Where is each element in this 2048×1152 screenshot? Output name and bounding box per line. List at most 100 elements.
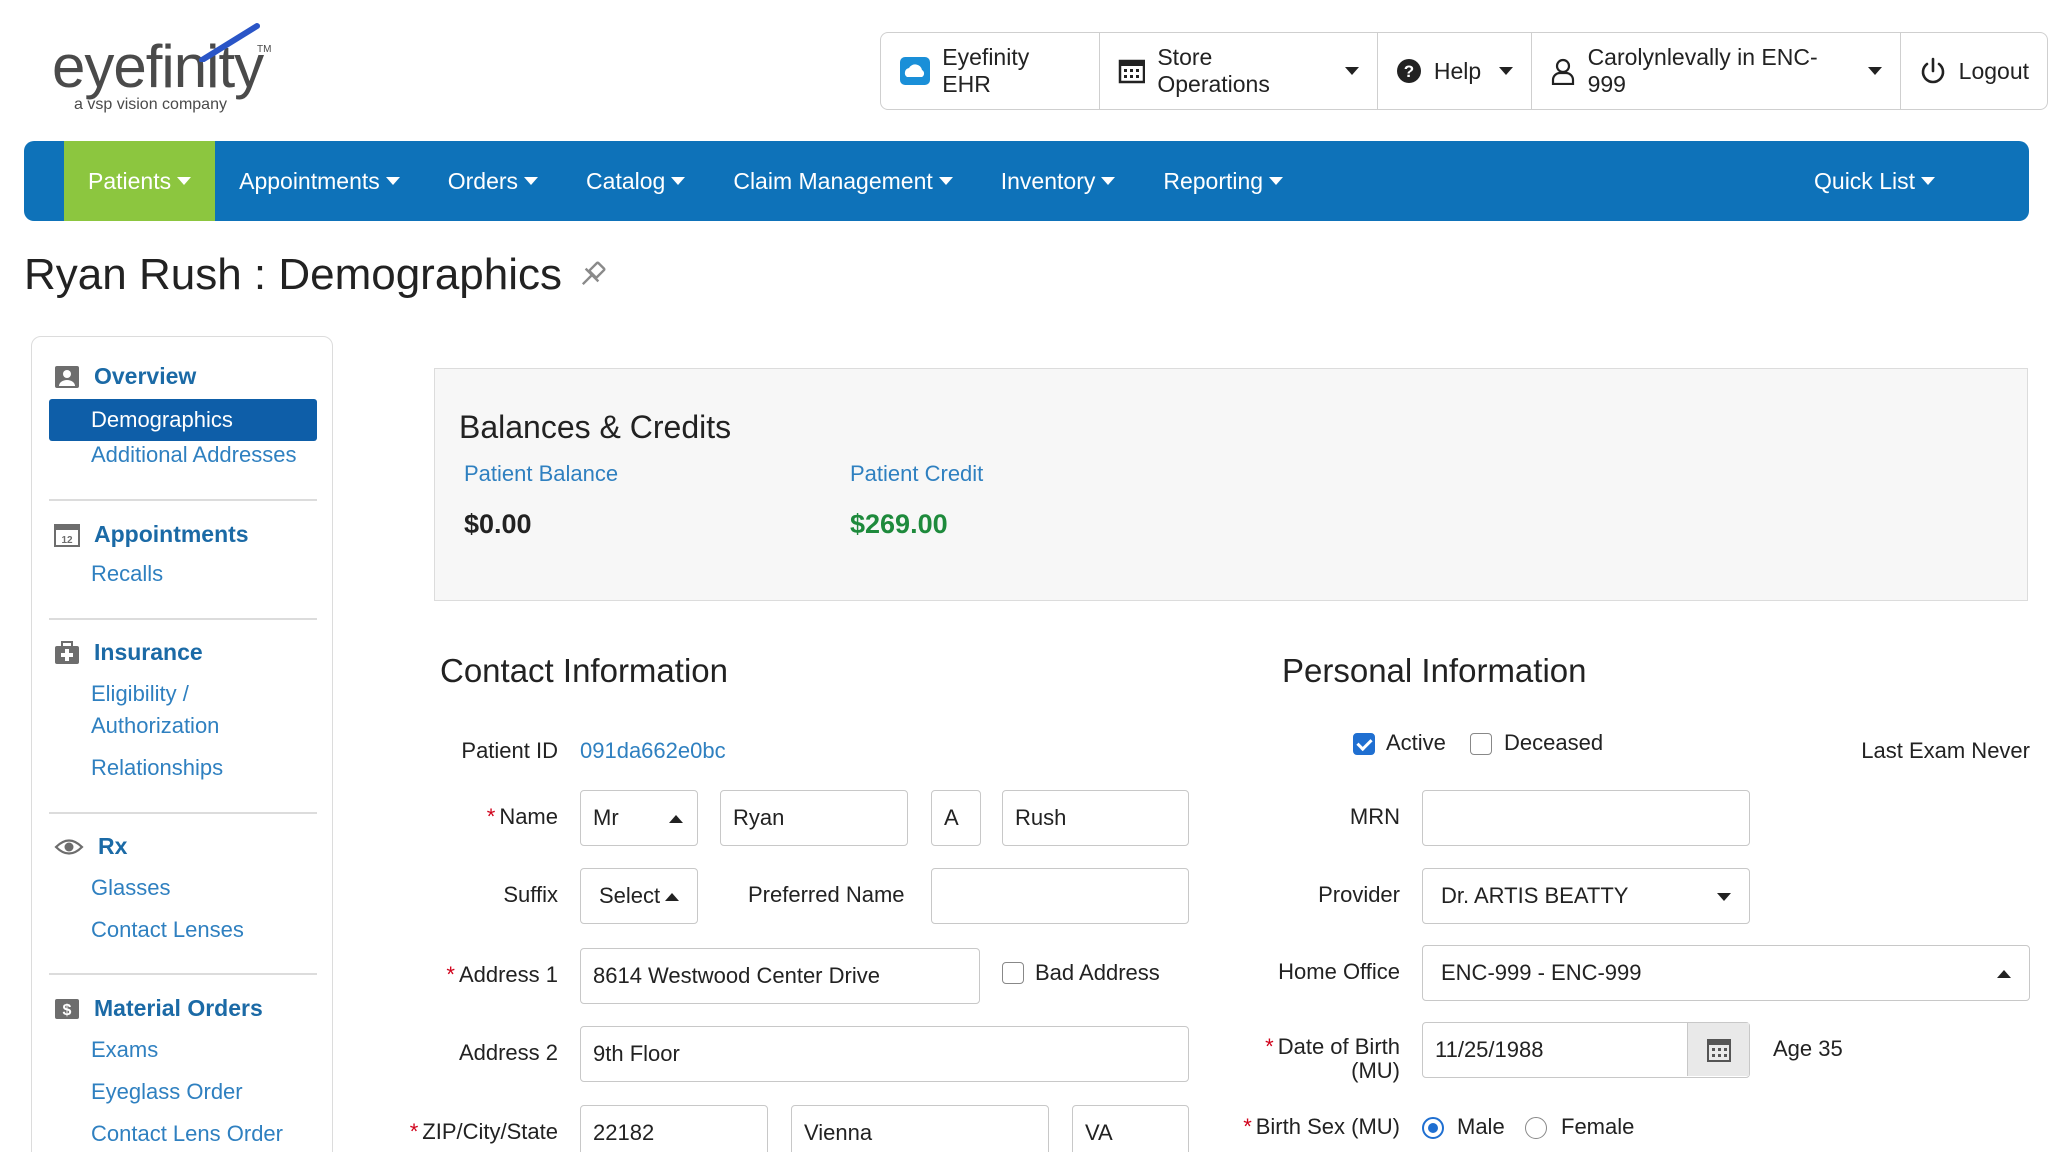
nav-reporting[interactable]: Reporting xyxy=(1139,141,1307,221)
contact-info-title: Contact Information xyxy=(440,652,728,689)
dob-field[interactable]: 11/25/1988 xyxy=(1422,1022,1750,1078)
sidebar-appointments-label: Appointments xyxy=(94,521,249,547)
mrn-field[interactable] xyxy=(1422,790,1750,846)
zip-city-state-label-text: ZIP/City/State xyxy=(422,1119,558,1144)
deceased-label: Deceased xyxy=(1504,730,1604,755)
name-title-select[interactable]: Mr xyxy=(580,790,698,846)
bad-address-checkbox[interactable] xyxy=(1002,962,1024,984)
active-label: Active xyxy=(1386,730,1446,755)
sidebar-overview-header[interactable]: Overview xyxy=(54,363,196,390)
svg-text:$: $ xyxy=(63,1002,72,1019)
balances-card: Balances & Credits Patient Balance $0.00… xyxy=(434,368,2028,601)
home-office-label: Home Office xyxy=(1278,959,1400,984)
last-name-field[interactable]: Rush xyxy=(1002,790,1189,846)
sidebar-item-eyeglass-order[interactable]: Eyeglass Order xyxy=(91,1079,243,1105)
sidebar-item-demographics[interactable]: Demographics xyxy=(49,399,317,441)
logo-swoosh-icon xyxy=(199,23,260,62)
help-menu[interactable]: ? Help xyxy=(1378,33,1533,109)
city-field[interactable]: Vienna xyxy=(791,1105,1049,1152)
sidebar-item-authorization[interactable]: Authorization xyxy=(91,713,219,739)
nav-catalog[interactable]: Catalog xyxy=(562,141,709,221)
dollar-icon: $ xyxy=(55,998,79,1019)
home-office-select[interactable]: ENC-999 - ENC-999 xyxy=(1422,945,2030,1001)
nav-quick-list[interactable]: Quick List xyxy=(1790,141,1959,221)
address2-field[interactable]: 9th Floor xyxy=(580,1026,1189,1082)
patient-id-link[interactable]: 091da662e0bc xyxy=(580,738,726,764)
state-field[interactable]: VA xyxy=(1072,1105,1189,1152)
logo-tagline: a vsp vision company xyxy=(74,96,227,113)
sidebar-material-orders-header[interactable]: $ Material Orders xyxy=(54,995,263,1022)
sex-female-radio[interactable] xyxy=(1525,1117,1547,1139)
dob-calendar-button[interactable] xyxy=(1687,1023,1749,1076)
dob-label-line1: * Date of Birth xyxy=(1265,1035,1400,1059)
preferred-name-label: Preferred Name xyxy=(748,882,905,907)
pin-icon[interactable] xyxy=(576,259,608,291)
nav-inventory[interactable]: Inventory xyxy=(977,141,1140,221)
nav-reporting-label: Reporting xyxy=(1163,167,1264,194)
address2-label: Address 2 xyxy=(458,1040,558,1065)
sex-male-radio[interactable] xyxy=(1422,1117,1444,1139)
suffix-select[interactable]: Select xyxy=(580,868,698,924)
zip-city-state-label: * ZIP/City/State xyxy=(410,1119,558,1145)
sidebar-item-exams[interactable]: Exams xyxy=(91,1037,158,1063)
sidebar-appointments-header[interactable]: 12 Appointments xyxy=(54,521,249,548)
chevron-down-icon xyxy=(1499,67,1514,75)
nav-patients[interactable]: Patients xyxy=(64,141,216,221)
store-operations-menu[interactable]: Store Operations xyxy=(1100,33,1378,109)
chevron-down-icon xyxy=(1101,177,1116,185)
nav-appointments[interactable]: Appointments xyxy=(215,141,424,221)
required-marker: * xyxy=(1265,1034,1274,1059)
nav-claim-management[interactable]: Claim Management xyxy=(709,141,976,221)
sidebar-item-relationships[interactable]: Relationships xyxy=(91,755,223,781)
user-icon xyxy=(1552,58,1575,85)
store-operations-label: Store Operations xyxy=(1157,44,1270,97)
address1-field[interactable]: 8614 Westwood Center Drive xyxy=(580,948,980,1004)
sidebar-item-eligibility[interactable]: Eligibility / xyxy=(91,681,189,707)
sidebar-item-glasses[interactable]: Glasses xyxy=(91,875,170,901)
sidebar-insurance-header[interactable]: Insurance xyxy=(54,639,203,666)
provider-select[interactable]: Dr. ARTIS BEATTY xyxy=(1422,868,1750,924)
main-nav: Patients Appointments Orders Catalog Cla… xyxy=(24,141,2029,221)
active-checkbox[interactable] xyxy=(1353,733,1375,755)
sidebar-item-additional-addresses[interactable]: Additional Addresses xyxy=(91,442,296,468)
calendar-icon xyxy=(1706,1038,1731,1062)
logout-button[interactable]: Logout xyxy=(1901,33,2047,109)
dob-label-line2: (MU) xyxy=(1351,1058,1400,1083)
sidebar-item-contact-lenses[interactable]: Contact Lenses xyxy=(91,917,244,943)
chevron-down-icon xyxy=(524,177,539,185)
nav-orders[interactable]: Orders xyxy=(424,141,562,221)
chevron-down-icon xyxy=(938,177,953,185)
patient-balance-value: $0.00 xyxy=(464,509,532,539)
nav-catalog-label: Catalog xyxy=(586,167,666,194)
svg-text:12: 12 xyxy=(61,535,73,546)
deceased-checkbox[interactable] xyxy=(1470,733,1492,755)
nav-quick-list-label: Quick List xyxy=(1814,167,1915,194)
sidebar-insurance-label: Insurance xyxy=(94,639,203,665)
balances-title: Balances & Credits xyxy=(459,409,732,445)
middle-initial-field[interactable]: A xyxy=(931,790,981,846)
sidebar-overview-label: Overview xyxy=(94,363,197,389)
sidebar-rx-label: Rx xyxy=(98,833,128,859)
zip-field[interactable]: 22182 xyxy=(580,1105,768,1152)
user-menu[interactable]: Carolynlevally in ENC-999 xyxy=(1532,33,1901,109)
eyefinity-ehr-button[interactable]: Eyefinity EHR xyxy=(881,33,1101,109)
sidebar-rx-header[interactable]: Rx xyxy=(54,833,127,860)
first-name-field[interactable]: Ryan xyxy=(720,790,908,846)
page-title: Ryan Rush : Demographics xyxy=(24,250,563,299)
preferred-name-field[interactable] xyxy=(931,868,1189,924)
age-text: Age 35 xyxy=(1773,1036,1843,1061)
mrn-label: MRN xyxy=(1349,804,1400,829)
provider-label: Provider xyxy=(1318,882,1400,907)
sidebar-material-orders-label: Material Orders xyxy=(94,995,263,1021)
required-marker: * xyxy=(409,1119,419,1144)
chevron-down-icon xyxy=(1867,67,1882,75)
sidebar-item-recalls[interactable]: Recalls xyxy=(91,561,163,587)
sidebar-item-contact-lens-order[interactable]: Contact Lens Order xyxy=(91,1121,283,1147)
chevron-down-icon xyxy=(1921,177,1935,185)
required-marker: * xyxy=(446,962,455,987)
patient-balance-label: Patient Balance xyxy=(464,461,619,486)
eyefinity-logo[interactable]: eyefinity TM a vsp vision company xyxy=(52,22,292,122)
medical-kit-icon xyxy=(55,640,79,664)
eye-icon xyxy=(54,838,84,855)
required-marker: * xyxy=(486,804,496,829)
